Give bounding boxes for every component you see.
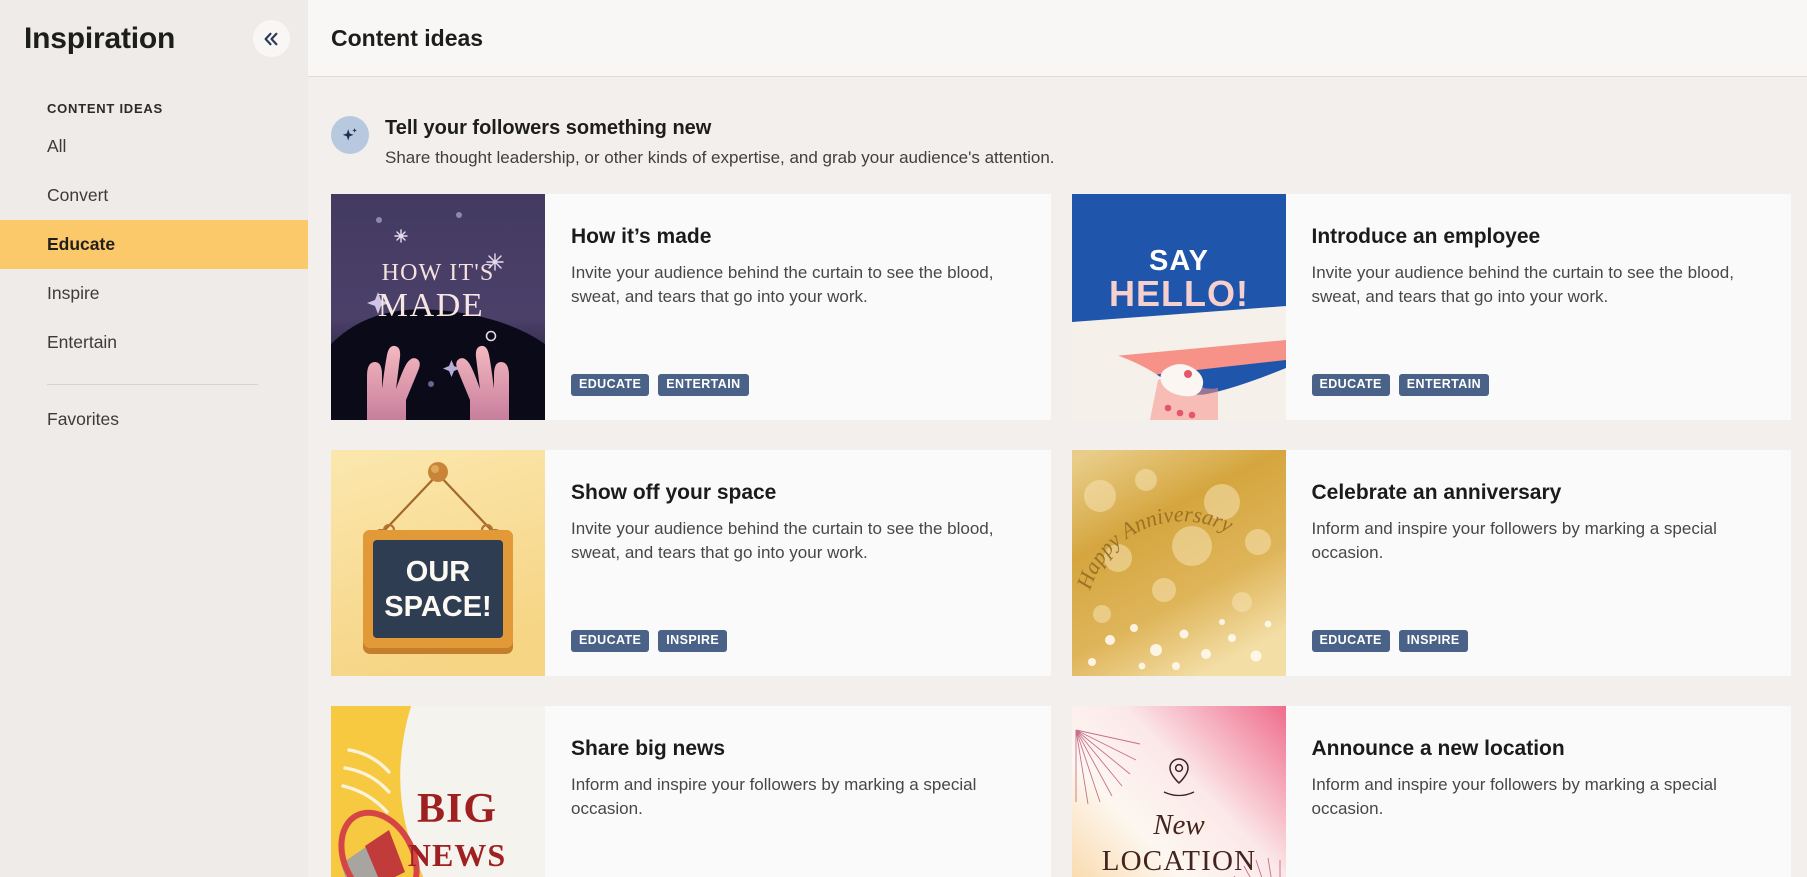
sidebar-item-inspire[interactable]: Inspire — [0, 269, 308, 318]
status-badge[interactable]: ENTERTAIN — [658, 374, 749, 396]
sidebar-item-educate[interactable]: Educate — [0, 220, 308, 269]
status-badge[interactable]: EDUCATE — [1311, 630, 1390, 652]
svg-text:New: New — [1152, 809, 1205, 841]
sidebar-item-favorites[interactable]: Favorites — [0, 395, 308, 444]
status-badge[interactable]: EDUCATE — [571, 374, 650, 396]
sidebar-item-label: Favorites — [47, 409, 119, 429]
card-tags: EDUCATE INSPIRE — [1311, 630, 1468, 652]
sidebar-item-label: Entertain — [47, 332, 118, 352]
app-brand-title: Inspiration — [24, 21, 176, 55]
new-location-thumbnail: New LOCATION — [1071, 705, 1286, 877]
content-idea-card[interactable]: BIG NEWS Share big news Inform and inspi… — [331, 705, 1051, 877]
sidebar-divider — [47, 384, 258, 385]
card-description: Invite your audience behind the curtain … — [571, 263, 994, 307]
svg-text:LOCATION: LOCATION — [1101, 845, 1256, 877]
svg-text:HELLO!: HELLO! — [1109, 273, 1249, 314]
how-its-made-thumbnail: HOW IT'S MADE — [331, 193, 545, 420]
card-body: Introduce an employee Invite your audien… — [1286, 194, 1792, 420]
card-description: Invite your audience behind the curtain … — [571, 519, 994, 563]
content-idea-card[interactable]: SAY HELLO! Introduce an employee Invite … — [1071, 193, 1792, 420]
sidebar: Inspiration CONTENT IDEAS All Convert Ed… — [0, 0, 308, 877]
chevron-double-left-icon — [263, 32, 280, 46]
sidebar-item-all[interactable]: All — [0, 122, 308, 171]
promo-subtitle: Share thought leadership, or other kinds… — [385, 148, 1055, 167]
card-description: Invite your audience behind the curtain … — [1311, 263, 1734, 307]
sidebar-nav-secondary: Favorites — [0, 395, 308, 444]
status-badge[interactable]: EDUCATE — [1311, 374, 1390, 396]
card-description: Inform and inspire your followers by mar… — [1311, 775, 1717, 819]
svg-text:OUR: OUR — [406, 556, 471, 588]
svg-text:NEWS: NEWS — [408, 837, 506, 873]
main-content: Content ideas Tell your followers someth… — [308, 0, 1807, 877]
sidebar-item-label: Inspire — [47, 283, 100, 303]
app-root: Inspiration CONTENT IDEAS All Convert Ed… — [0, 0, 1807, 877]
sidebar-item-convert[interactable]: Convert — [0, 171, 308, 220]
page-title: Content ideas — [331, 24, 484, 51]
card-body: Show off your space Invite your audience… — [545, 450, 1051, 676]
card-title: Show off your space — [571, 480, 777, 504]
sidebar-nav-list: All Convert Educate Inspire Entertain — [0, 122, 308, 367]
card-title: Introduce an employee — [1311, 224, 1541, 248]
card-title: Announce a new location — [1311, 736, 1565, 760]
card-body: Announce a new location Inform and inspi… — [1286, 706, 1792, 877]
svg-text:HOW IT'S: HOW IT'S — [382, 260, 495, 286]
card-title: Celebrate an anniversary — [1311, 480, 1562, 504]
promo-title: Tell your followers something new — [385, 117, 712, 139]
main-header: Content ideas — [308, 0, 1807, 77]
card-tags: EDUCATE ENTERTAIN — [571, 374, 749, 396]
content-ideas-grid: HOW IT'S MADE How it’s made Invite your … — [331, 193, 1792, 877]
card-description: Inform and inspire your followers by mar… — [571, 775, 977, 819]
card-body: How it’s made Invite your audience behin… — [545, 194, 1051, 420]
sidebar-item-label: Educate — [47, 234, 116, 254]
big-news-thumbnail: BIG NEWS — [331, 705, 545, 877]
svg-text:MADE: MADE — [378, 287, 485, 324]
content-idea-card[interactable]: OUR SPACE! Show off your space Invite yo… — [331, 449, 1051, 676]
sidebar-item-label: Convert — [47, 185, 109, 205]
content-idea-card[interactable]: HOW IT'S MADE How it’s made Invite your … — [331, 193, 1051, 420]
sidebar-section-label: CONTENT IDEAS — [47, 101, 163, 116]
card-tags: EDUCATE INSPIRE — [571, 630, 728, 652]
svg-text:SPACE!: SPACE! — [384, 591, 491, 623]
status-badge[interactable]: ENTERTAIN — [1398, 374, 1489, 396]
say-hello-thumbnail: SAY HELLO! — [1071, 193, 1286, 420]
card-title: How it’s made — [571, 224, 712, 248]
content-idea-card[interactable]: New LOCATION Announce a new location Inf… — [1071, 705, 1792, 877]
card-body: Share big news Inform and inspire your f… — [545, 706, 1051, 877]
promo-banner: Tell your followers something new Share … — [331, 77, 1791, 194]
our-space-thumbnail: OUR SPACE! — [331, 449, 545, 676]
sidebar-item-label: All — [47, 136, 67, 156]
svg-text:BIG: BIG — [417, 786, 497, 832]
card-tags: EDUCATE ENTERTAIN — [1311, 374, 1489, 396]
content-idea-card[interactable]: Happy Anniversary Celebrate an anniversa… — [1071, 449, 1792, 676]
card-title: Share big news — [571, 736, 726, 760]
promo-text: Tell your followers something new Share … — [385, 113, 1055, 170]
sidebar-item-entertain[interactable]: Entertain — [0, 318, 308, 367]
sparkle-icon — [331, 116, 369, 154]
sidebar-collapse-button[interactable] — [253, 20, 290, 57]
card-body: Celebrate an anniversary Inform and insp… — [1286, 450, 1792, 676]
status-badge[interactable]: EDUCATE — [571, 630, 650, 652]
card-description: Inform and inspire your followers by mar… — [1311, 519, 1717, 563]
main-body: Tell your followers something new Share … — [308, 77, 1807, 877]
anniversary-thumbnail: Happy Anniversary — [1071, 449, 1286, 676]
status-badge[interactable]: INSPIRE — [658, 630, 728, 652]
sidebar-header: Inspiration — [0, 0, 308, 77]
status-badge[interactable]: INSPIRE — [1398, 630, 1468, 652]
